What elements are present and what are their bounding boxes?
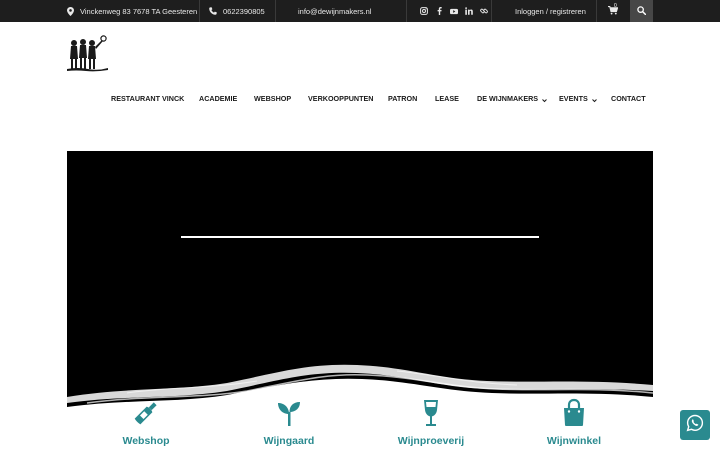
chevron-down-icon [542,96,547,103]
facebook-icon[interactable] [435,7,443,15]
feature-wijngaard[interactable]: Wijngaard [229,398,349,447]
nav-label: DE WIJNMAKERS [477,94,539,103]
feature-wijnwinkel[interactable]: Wijnwinkel [514,398,634,447]
nav-label: CONTACT [611,94,646,103]
main-nav: RESTAURANT VINCK ACADEMIE WEBSHOP VERKOO… [0,94,720,106]
feature-label: Webshop [122,435,170,447]
nav-label: ACADEMIE [199,94,238,103]
nav-item-de-wijnmakers[interactable]: DE WIJNMAKERS [477,94,547,103]
address-text: Vinckenweg 83 7678 TA Geesteren [80,6,198,16]
nav-label: LEASE [435,94,459,103]
shopping-bag-icon [559,398,589,428]
seedling-icon [274,398,304,428]
feature-label: Wijnproeverij [397,435,465,447]
wine-bottle-icon [131,398,161,428]
nav-label: RESTAURANT VINCK [111,94,185,103]
phone-text: 0622390805 [223,6,265,16]
cart-button[interactable]: 0 [597,0,629,22]
site-logo[interactable] [66,34,110,72]
nav-item-contact[interactable]: CONTACT [611,94,646,103]
whatsapp-button[interactable] [680,410,710,440]
whatsapp-icon [686,414,704,437]
search-button[interactable] [630,0,653,22]
nav-item-patron[interactable]: PATRON [388,94,417,103]
feature-wijnproeverij[interactable]: Wijnproeverij [371,398,491,447]
email-text: info@dewijnmakers.nl [298,6,372,16]
address-item: Vinckenweg 83 7678 TA Geesteren [66,0,197,22]
nav-label: VERKOOPPUNTEN [308,94,374,103]
youtube-icon[interactable] [450,7,458,15]
nav-label: PATRON [388,94,418,103]
hero-banner [67,151,653,415]
feature-label: Wijngaard [263,435,315,447]
map-marker-icon [66,6,74,16]
wine-glass-icon [416,398,446,428]
login-link[interactable]: Inloggen / registreren [515,0,586,22]
chevron-down-icon [591,96,597,103]
login-text: Inloggen / registreren [515,6,586,16]
nav-item-lease[interactable]: LEASE [435,94,459,103]
email-link[interactable]: info@dewijnmakers.nl [298,0,371,22]
feature-label: Wijnwinkel [546,435,602,447]
cart-count-badge: 0 [614,3,617,9]
phone-item[interactable]: 0622390805 [209,0,265,22]
nav-label: WEBSHOP [254,94,292,103]
nav-item-events[interactable]: EVENTS [559,94,597,103]
phone-icon [209,7,217,15]
feature-webshop[interactable]: Webshop [86,398,206,447]
linkedin-icon[interactable] [465,7,473,15]
instagram-icon[interactable] [420,7,428,15]
nav-item-verkooppunten[interactable]: VERKOOPPUNTEN [308,94,374,103]
hero-divider [181,236,539,238]
link-icon[interactable] [480,7,488,15]
nav-label: EVENTS [559,94,588,103]
nav-item-webshop[interactable]: WEBSHOP [254,94,291,103]
social-links [420,0,488,22]
nav-item-academie[interactable]: ACADEMIE [199,94,237,103]
search-icon [637,5,647,17]
top-bar: Vinckenweg 83 7678 TA Geesteren 06223908… [0,0,720,22]
nav-item-restaurant-vinck[interactable]: RESTAURANT VINCK [111,94,184,103]
